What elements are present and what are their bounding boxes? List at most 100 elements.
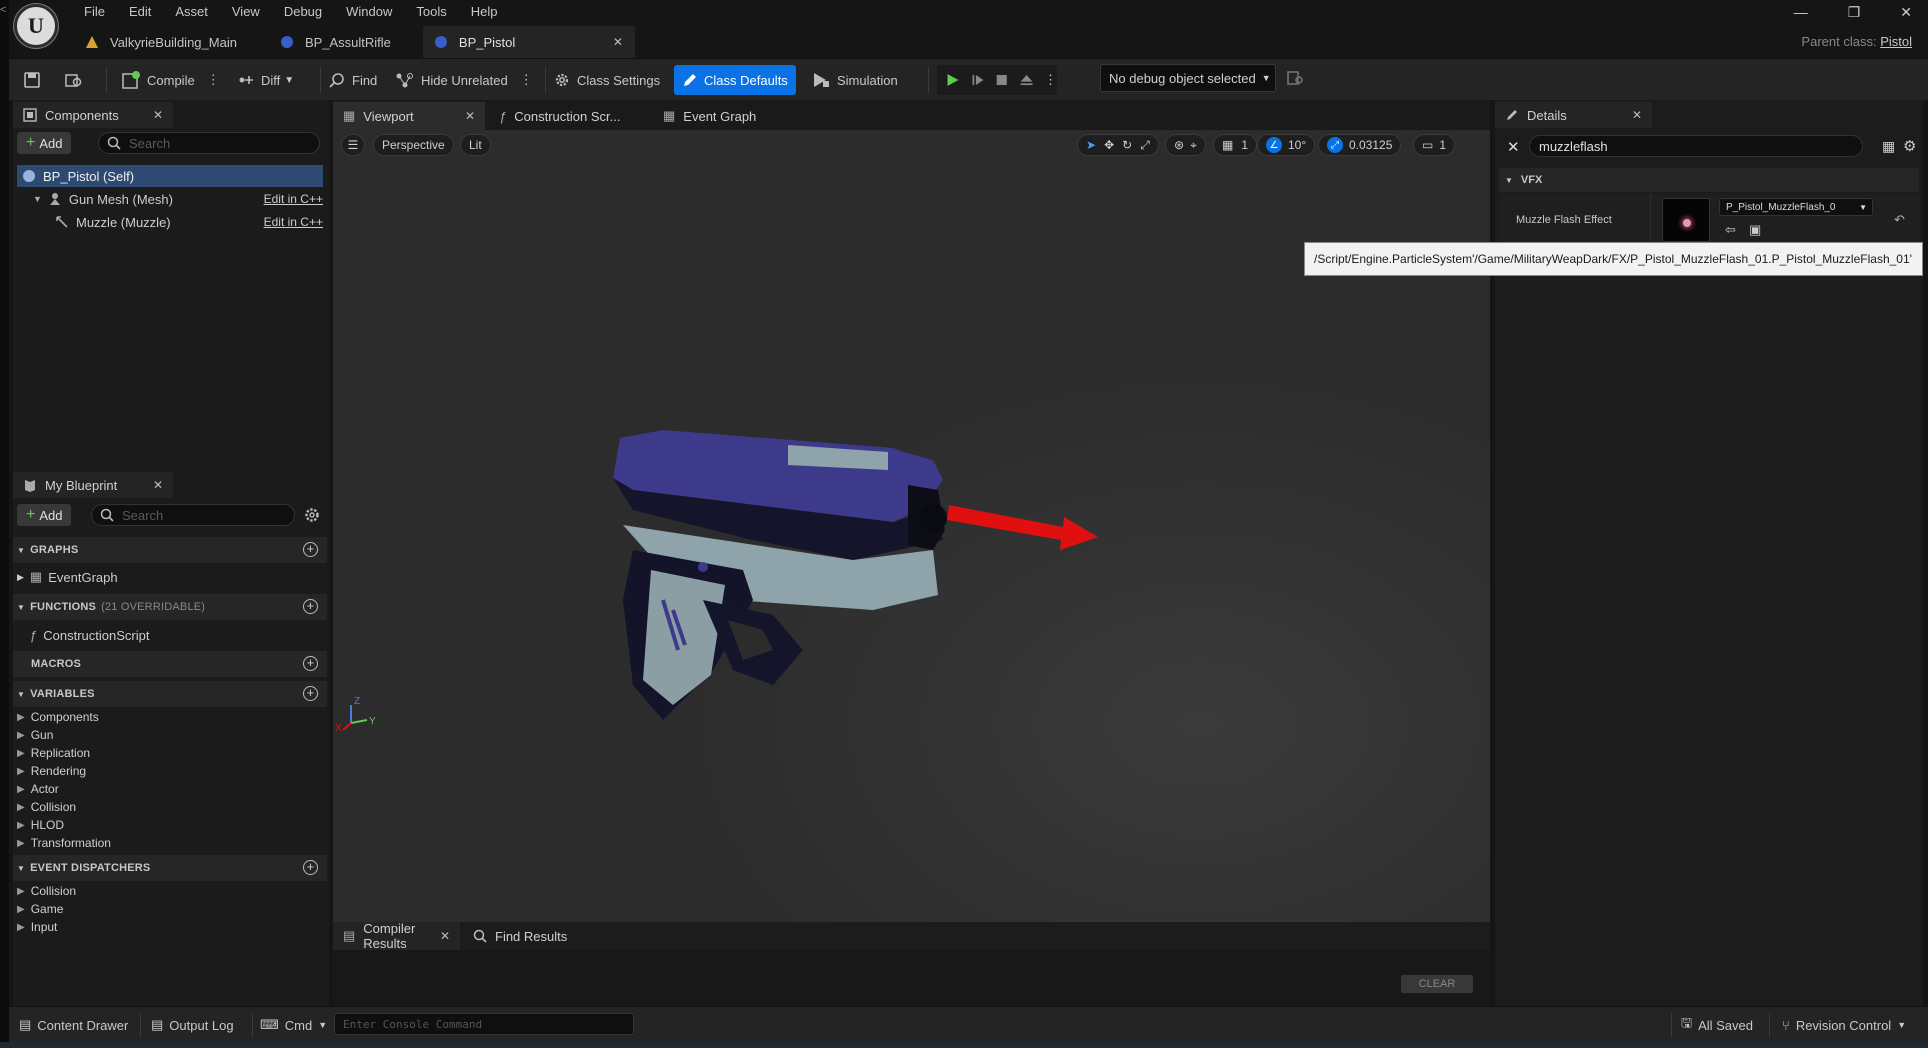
add-variable-icon[interactable]: + [303, 686, 318, 701]
variable-category[interactable]: ▶ Gun [17, 726, 53, 744]
add-member-button[interactable]: + Add [17, 504, 72, 526]
variable-category[interactable]: ▶ Rendering [17, 762, 86, 780]
doc-tab-pistol[interactable]: BP_Pistol ✕ [422, 26, 635, 58]
compile-button[interactable]: Compile ⋮ [121, 59, 220, 101]
unreal-logo-icon[interactable]: U [14, 4, 58, 48]
play-options-icon[interactable]: ⋮ [1044, 72, 1057, 88]
add-dispatcher-icon[interactable]: + [303, 860, 318, 875]
dispatcher-category[interactable]: ▶ Input [17, 918, 57, 936]
event-graph-tab[interactable]: ▦ Event Graph [653, 102, 783, 130]
compiler-results-tab[interactable]: ▤ Compiler Results ✕ [333, 921, 460, 951]
dispatcher-category[interactable]: ▶ Collision [17, 882, 76, 900]
use-selected-icon[interactable]: ⇦ [1725, 222, 1736, 238]
rotate-tool-icon[interactable]: ↻ [1122, 138, 1132, 152]
select-tool-icon[interactable]: ➤ [1086, 138, 1096, 152]
dispatcher-category[interactable]: ▶ Game [17, 900, 63, 918]
grid-snap-button[interactable]: ▦ 1 [1213, 134, 1258, 156]
edit-in-cpp-link[interactable]: Edit in C++ [264, 192, 323, 206]
hide-unrelated-options-icon[interactable]: ⋮ [520, 72, 533, 88]
hide-unrelated-button[interactable]: Hide Unrelated ⋮ [395, 59, 533, 101]
details-tab[interactable]: Details ✕ [1495, 102, 1652, 128]
menu-file[interactable]: File [73, 0, 118, 24]
add-graph-icon[interactable]: + [303, 542, 318, 557]
asset-thumbnail[interactable] [1662, 198, 1710, 242]
output-log-button[interactable]: ▤ Output Log [151, 1007, 234, 1043]
perspective-button[interactable]: Perspective [373, 134, 454, 156]
play-icon[interactable] [945, 71, 960, 89]
variables-section-header[interactable]: ▼ VARIABLES + [13, 681, 327, 707]
revision-control-button[interactable]: ⑂ Revision Control ▼ [1782, 1007, 1906, 1043]
doc-tab-assultrifle[interactable]: BP_AssultRifle [269, 26, 403, 58]
save-icon[interactable] [23, 59, 41, 101]
cmd-select[interactable]: ⌨ Cmd ▼ [260, 1007, 327, 1043]
component-row-self[interactable]: BP_Pistol (Self) [17, 165, 323, 187]
vfx-category-header[interactable]: ▼ VFX [1499, 168, 1919, 192]
content-drawer-button[interactable]: ▤ Content Drawer [19, 1007, 128, 1043]
close-panel-icon[interactable]: ✕ [153, 478, 163, 492]
class-settings-button[interactable]: Class Settings [553, 59, 660, 101]
viewport-tab[interactable]: ▦ Viewport ✕ [333, 102, 485, 130]
close-tab-icon[interactable]: ✕ [613, 35, 623, 49]
menu-edit[interactable]: Edit [118, 0, 164, 24]
menu-view[interactable]: View [221, 0, 273, 24]
debug-browse-icon[interactable] [1286, 69, 1304, 87]
lit-button[interactable]: Lit [460, 134, 491, 156]
menu-window[interactable]: Window [335, 0, 405, 24]
function-item-construction[interactable]: ƒ ConstructionScript [30, 624, 149, 646]
diff-button[interactable]: Diff ▼ [237, 59, 294, 101]
close-panel-icon[interactable]: ✕ [153, 108, 163, 122]
scale-snap-button[interactable]: ⤢ 0.03125 [1318, 134, 1402, 156]
doc-tab-valkyrie[interactable]: ValkyrieBuilding_Main [74, 26, 249, 58]
components-tab[interactable]: Components ✕ [13, 102, 173, 128]
macros-section-header[interactable]: MACROS + [13, 651, 327, 677]
camera-speed-button[interactable]: ▭ 1 [1413, 134, 1456, 156]
class-defaults-button[interactable]: Class Defaults [674, 65, 796, 95]
add-macro-icon[interactable]: + [303, 656, 318, 671]
clear-search-icon[interactable]: ✕ [1507, 138, 1520, 156]
rotation-snap-button[interactable]: ∠ 10° [1257, 134, 1316, 156]
graph-item-eventgraph[interactable]: ▶ ▦ EventGraph [17, 566, 118, 588]
components-search-input[interactable]: Search [98, 132, 320, 154]
browse-icon[interactable] [64, 59, 84, 101]
compile-options-icon[interactable]: ⋮ [207, 72, 220, 88]
my-blueprint-tab[interactable]: My Blueprint ✕ [13, 472, 173, 498]
menu-help[interactable]: Help [460, 0, 511, 24]
step-icon[interactable] [970, 71, 985, 89]
clear-button[interactable]: CLEAR [1401, 975, 1473, 993]
close-window-icon[interactable]: ✕ [1900, 4, 1912, 21]
variable-category[interactable]: ▶ Transformation [17, 834, 111, 852]
eject-icon[interactable] [1019, 71, 1034, 89]
details-settings-icon[interactable]: ⚙ [1903, 137, 1916, 155]
component-row-muzzle[interactable]: Muzzle (Muzzle) Edit in C++ [55, 211, 323, 233]
console-command-input[interactable]: Enter Console Command [334, 1013, 634, 1035]
find-button[interactable]: Find [328, 59, 377, 101]
debug-object-select[interactable]: No debug object selected ▼ [1100, 64, 1276, 92]
surface-snap-icon[interactable]: ⌖ [1190, 138, 1197, 153]
add-function-icon[interactable]: + [303, 599, 318, 614]
property-matrix-icon[interactable]: ▦ [1882, 138, 1895, 155]
graphs-section-header[interactable]: ▼ GRAPHS + [13, 537, 327, 563]
details-search-input[interactable]: muzzleflash [1529, 135, 1863, 157]
restore-icon[interactable]: ❐ [1848, 4, 1861, 21]
variable-category[interactable]: ▶ Replication [17, 744, 90, 762]
component-row-gunmesh[interactable]: ▼ Gun Mesh (Mesh) Edit in C++ [33, 188, 323, 210]
menu-tools[interactable]: Tools [405, 0, 459, 24]
close-tab-icon[interactable]: ✕ [465, 109, 475, 123]
scale-tool-icon[interactable]: ⤢ [1140, 138, 1150, 153]
variable-category[interactable]: ▶ HLOD [17, 816, 64, 834]
close-panel-icon[interactable]: ✕ [1632, 108, 1642, 122]
variable-category[interactable]: ▶ Collision [17, 798, 76, 816]
add-component-button[interactable]: + Add [17, 132, 72, 154]
expand-arrow-icon[interactable]: ▼ [33, 194, 42, 204]
stop-icon[interactable] [995, 72, 1008, 88]
viewport-options-button[interactable]: ☰ [341, 134, 365, 156]
edit-in-cpp-link[interactable]: Edit in C++ [264, 215, 323, 229]
construction-script-tab[interactable]: ƒ Construction Scr... [489, 102, 649, 130]
move-tool-icon[interactable]: ✥ [1104, 138, 1114, 152]
variable-category[interactable]: ▶ Components [17, 708, 99, 726]
simulation-button[interactable]: Simulation [811, 59, 898, 101]
settings-gear-icon[interactable] [303, 506, 321, 524]
my-blueprint-search-input[interactable]: Search [91, 504, 295, 526]
functions-section-header[interactable]: ▼ FUNCTIONS (21 OVERRIDABLE) + [13, 594, 327, 620]
all-saved-button[interactable]: 🖫 All Saved [1681, 1007, 1753, 1043]
